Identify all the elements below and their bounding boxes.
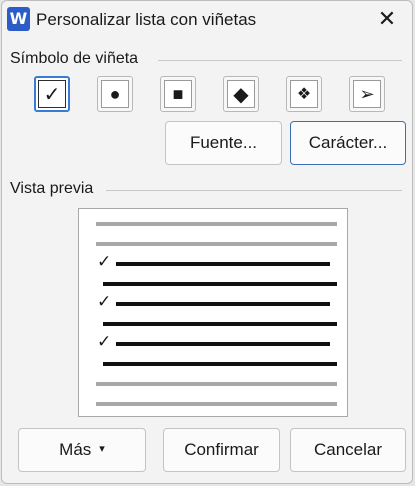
preview-line — [96, 242, 337, 246]
section-divider — [158, 60, 402, 61]
cancel-button[interactable]: Cancelar — [290, 428, 406, 472]
symbol-option-square[interactable]: ■ — [160, 76, 196, 112]
preview-line — [96, 222, 337, 226]
check-mark-icon: ✓ — [97, 252, 112, 271]
symbol-option-check[interactable]: ✓ — [34, 76, 70, 112]
four-diamonds-icon: ❖ — [296, 86, 312, 103]
font-button[interactable]: Fuente... — [165, 121, 282, 165]
preview-line — [116, 262, 330, 266]
more-button[interactable]: Más ▾ — [18, 428, 146, 472]
symbol-swatch: ◆ — [227, 80, 255, 108]
close-icon: ✕ — [377, 6, 397, 31]
filled-circle-icon: ● — [109, 83, 121, 104]
section-divider — [106, 190, 402, 191]
preview-line — [96, 382, 337, 386]
preview-line — [116, 342, 330, 346]
close-button[interactable]: ✕ — [372, 5, 402, 33]
arrowhead-icon: ➢ — [359, 83, 375, 104]
preview-line — [103, 282, 337, 286]
filled-square-icon: ■ — [172, 83, 184, 104]
more-button-label: Más — [59, 440, 92, 459]
symbol-option-circle[interactable]: ● — [97, 76, 133, 112]
confirm-button[interactable]: Confirmar — [163, 428, 280, 472]
preview-line — [116, 302, 330, 306]
preview-pane: ✓ ✓ ✓ — [78, 208, 348, 417]
check-mark-icon: ✓ — [43, 83, 61, 106]
symbol-option-diamond[interactable]: ◆ — [223, 76, 259, 112]
symbol-swatch: ● — [101, 80, 129, 108]
character-button[interactable]: Carácter... — [290, 121, 406, 165]
preview-line — [96, 402, 337, 406]
filled-diamond-icon: ◆ — [233, 83, 249, 106]
dialog-title: Personalizar lista con viñetas — [36, 10, 257, 29]
symbol-swatch: ✓ — [38, 80, 66, 108]
preview-label: Vista previa — [10, 180, 98, 198]
preview-line — [103, 322, 337, 326]
symbol-option-four-diamonds[interactable]: ❖ — [286, 76, 322, 112]
check-mark-icon: ✓ — [97, 292, 112, 311]
chevron-down-icon: ▾ — [99, 442, 105, 455]
bullet-symbol-label: Símbolo de viñeta — [10, 50, 143, 68]
word-app-icon: W — [7, 7, 30, 31]
symbol-swatch: ➢ — [353, 80, 381, 108]
symbol-swatch: ■ — [164, 80, 192, 108]
check-mark-icon: ✓ — [97, 332, 112, 351]
title-bar: W Personalizar lista con viñetas ✕ — [2, 1, 412, 37]
symbol-swatch: ❖ — [290, 80, 318, 108]
customize-bullet-list-dialog: W Personalizar lista con viñetas ✕ Símbo… — [1, 0, 413, 484]
preview-line — [103, 362, 337, 366]
symbol-option-arrowhead[interactable]: ➢ — [349, 76, 385, 112]
